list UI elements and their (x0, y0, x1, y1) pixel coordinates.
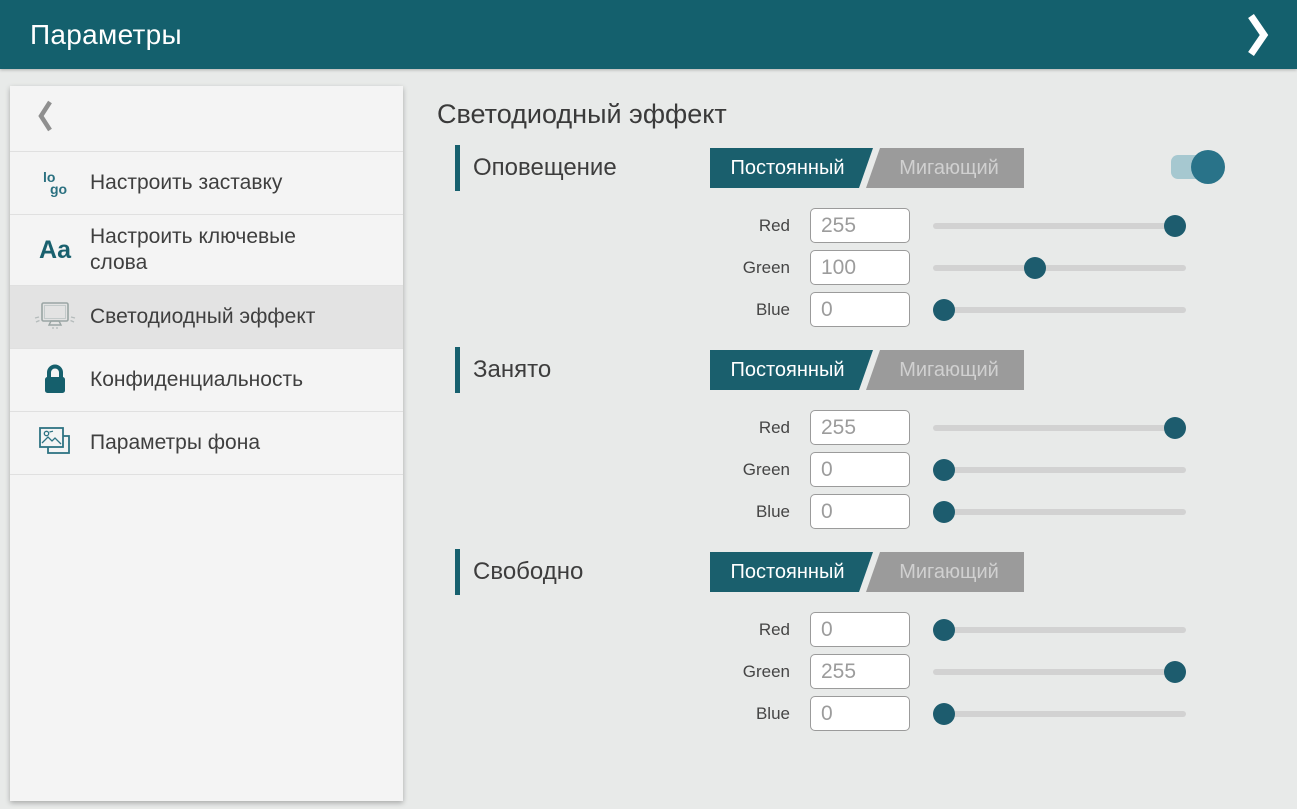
mode-segmented-control: Постоянный Мигающий (710, 148, 1024, 188)
channel-label: Blue (455, 704, 790, 724)
sidebar: lo go Настроить заставку Aa Настроить кл… (10, 86, 403, 801)
mode-option-solid[interactable]: Постоянный (710, 148, 873, 188)
channel-label: Red (455, 418, 790, 438)
text-aa-icon: Aa (32, 228, 78, 272)
channel-row-red: Red (455, 410, 1230, 445)
sidebar-back-button[interactable] (10, 86, 403, 152)
logo-icon: lo go (32, 161, 78, 205)
slider-track[interactable] (933, 467, 1186, 473)
section-notification: Оповещение Постоянный Мигающий Red (455, 145, 1230, 327)
section-name: Оповещение (473, 154, 617, 182)
slider-thumb[interactable] (1024, 257, 1046, 279)
channel-row-red: Red (455, 208, 1230, 243)
sidebar-item-label: Конфиденциальность (90, 367, 303, 393)
sidebar-item-led-effect[interactable]: Светодиодный эффект (10, 286, 403, 349)
slider-track[interactable] (933, 711, 1186, 717)
green-value-input[interactable] (810, 250, 910, 285)
slider-thumb[interactable] (1164, 661, 1186, 683)
page-title: Параметры (30, 19, 182, 51)
app-header: Параметры (0, 0, 1297, 69)
channel-row-green: Green (455, 452, 1230, 487)
blue-slider[interactable] (933, 702, 1186, 726)
channel-row-blue: Blue (455, 292, 1230, 327)
slider-thumb[interactable] (933, 619, 955, 641)
lock-icon (32, 358, 78, 402)
slider-track[interactable] (933, 223, 1186, 229)
blue-slider[interactable] (933, 298, 1186, 322)
red-slider[interactable] (933, 416, 1186, 440)
monitor-icon (32, 295, 78, 339)
sidebar-item-label: Параметры фона (90, 430, 260, 456)
section-free: Свободно Постоянный Мигающий Red Green (455, 549, 1230, 731)
channel-row-green: Green (455, 250, 1230, 285)
channel-row-blue: Blue (455, 494, 1230, 529)
slider-track[interactable] (933, 425, 1186, 431)
sidebar-item-label: Настроить ключевые слова (90, 224, 340, 276)
slider-track[interactable] (933, 669, 1186, 675)
sidebar-item-screensaver[interactable]: lo go Настроить заставку (10, 152, 403, 215)
toggle-knob (1191, 150, 1225, 184)
channel-row-blue: Blue (455, 696, 1230, 731)
green-slider[interactable] (933, 256, 1186, 280)
mode-option-blinking[interactable]: Мигающий (866, 552, 1024, 592)
section-name: Занято (473, 356, 551, 384)
slider-track[interactable] (933, 509, 1186, 515)
sidebar-item-label: Настроить заставку (90, 170, 282, 196)
channel-row-red: Red (455, 612, 1230, 647)
channel-label: Red (455, 620, 790, 640)
images-icon (32, 421, 78, 465)
section-name: Свободно (473, 558, 583, 586)
chevron-left-icon (37, 99, 53, 138)
mode-option-solid[interactable]: Постоянный (710, 350, 873, 390)
green-value-input[interactable] (810, 654, 910, 689)
main-content: Светодиодный эффект Оповещение Постоянны… (435, 69, 1297, 809)
channel-label: Green (455, 662, 790, 682)
slider-thumb[interactable] (933, 703, 955, 725)
slider-track[interactable] (933, 627, 1186, 633)
green-slider[interactable] (933, 458, 1186, 482)
channel-label: Green (455, 460, 790, 480)
channel-label: Green (455, 258, 790, 278)
mode-option-blinking[interactable]: Мигающий (866, 350, 1024, 390)
channel-label: Blue (455, 300, 790, 320)
red-value-input[interactable] (810, 208, 910, 243)
section-accent-bar (455, 549, 460, 595)
green-value-input[interactable] (810, 452, 910, 487)
blue-slider[interactable] (933, 500, 1186, 524)
content-title: Светодиодный эффект (437, 99, 1297, 130)
slider-thumb[interactable] (1164, 417, 1186, 439)
slider-thumb[interactable] (933, 501, 955, 523)
blue-value-input[interactable] (810, 494, 910, 529)
slider-thumb[interactable] (933, 299, 955, 321)
sidebar-item-keywords[interactable]: Aa Настроить ключевые слова (10, 215, 403, 286)
blue-value-input[interactable] (810, 696, 910, 731)
slider-thumb[interactable] (1164, 215, 1186, 237)
mode-segmented-control: Постоянный Мигающий (710, 552, 1024, 592)
red-value-input[interactable] (810, 612, 910, 647)
channel-row-green: Green (455, 654, 1230, 689)
section-accent-bar (455, 145, 460, 191)
channel-label: Blue (455, 502, 790, 522)
mode-option-solid[interactable]: Постоянный (710, 552, 873, 592)
mode-option-blinking[interactable]: Мигающий (866, 148, 1024, 188)
sidebar-item-privacy[interactable]: Конфиденциальность (10, 349, 403, 412)
blue-value-input[interactable] (810, 292, 910, 327)
slider-thumb[interactable] (933, 459, 955, 481)
section-accent-bar (455, 347, 460, 393)
channel-label: Red (455, 216, 790, 236)
red-slider[interactable] (933, 618, 1186, 642)
mode-segmented-control: Постоянный Мигающий (710, 350, 1024, 390)
section-busy: Занято Постоянный Мигающий Red Green (455, 347, 1230, 529)
sidebar-item-background[interactable]: Параметры фона (10, 412, 403, 475)
sidebar-item-label: Светодиодный эффект (90, 304, 315, 330)
red-slider[interactable] (933, 214, 1186, 238)
slider-track[interactable] (933, 265, 1186, 271)
green-slider[interactable] (933, 660, 1186, 684)
chevron-right-icon[interactable] (1243, 8, 1273, 62)
slider-track[interactable] (933, 307, 1186, 313)
red-value-input[interactable] (810, 410, 910, 445)
notification-toggle[interactable] (1171, 150, 1225, 184)
